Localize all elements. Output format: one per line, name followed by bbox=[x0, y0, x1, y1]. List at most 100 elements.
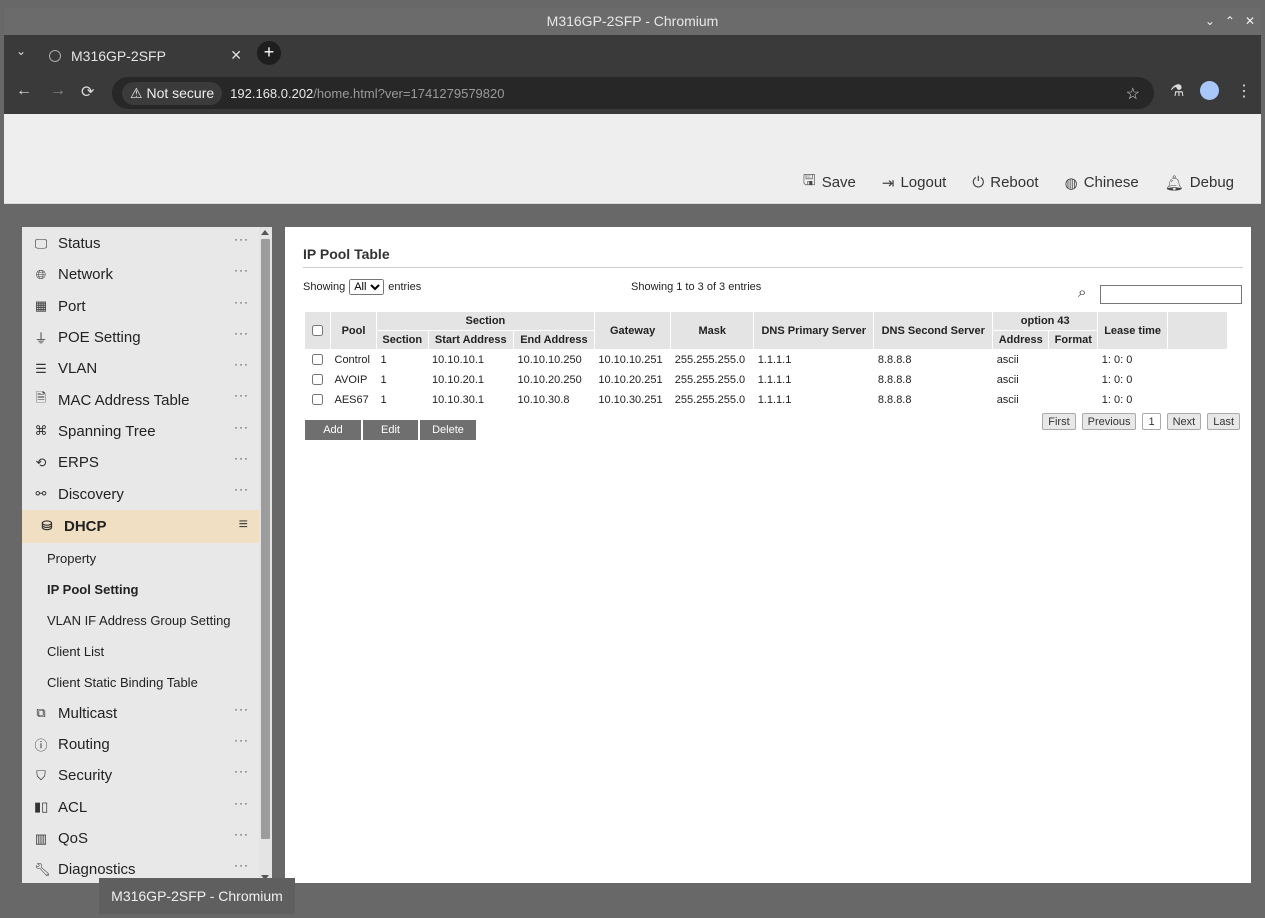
entries-info: Showing 1 to 3 of 3 entries bbox=[631, 281, 762, 293]
table-row[interactable]: AES67 1 10.10.30.1 10.10.30.8 10.10.30.2… bbox=[305, 390, 1228, 410]
sidebar-item-status[interactable]: 🖵 Status ··· bbox=[22, 228, 259, 259]
delete-button[interactable]: Delete bbox=[420, 420, 476, 440]
sidebar-item-port[interactable]: ▦ Port ··· bbox=[22, 291, 259, 322]
bookmark-star-icon[interactable]: ☆ bbox=[1126, 84, 1140, 104]
sidebar-subitem-client-static-binding[interactable]: Client Static Binding Table bbox=[22, 667, 259, 698]
col-section[interactable]: Section bbox=[375, 330, 429, 350]
tab-search-chevron-icon[interactable]: ⌄ bbox=[16, 44, 26, 58]
more-icon[interactable]: ··· bbox=[234, 702, 249, 716]
more-icon[interactable]: ··· bbox=[234, 827, 249, 841]
sidebar-scrollbar[interactable] bbox=[259, 227, 272, 883]
row-checkbox[interactable] bbox=[312, 354, 323, 366]
table-row[interactable]: Control 1 10.10.10.1 10.10.10.250 10.10.… bbox=[305, 350, 1228, 370]
more-icon[interactable]: ··· bbox=[234, 295, 249, 309]
first-page-button[interactable]: First bbox=[1042, 413, 1076, 430]
search-icon: ⌕ bbox=[1078, 284, 1087, 301]
sidebar-item-spanning-tree[interactable]: ⌘ Spanning Tree ··· bbox=[22, 416, 259, 447]
sidebar-subitem-vlan-if-address-group[interactable]: VLAN IF Address Group Setting bbox=[22, 605, 259, 636]
sidebar-subitem-ip-pool-setting[interactable]: IP Pool Setting bbox=[22, 574, 259, 605]
more-icon[interactable]: ··· bbox=[234, 263, 249, 277]
table-row[interactable]: AVOIP 1 10.10.20.1 10.10.20.250 10.10.20… bbox=[305, 370, 1228, 390]
maximize-icon[interactable]: ⌃ bbox=[1225, 8, 1235, 35]
sidebar-item-security[interactable]: ⛉ Security ··· bbox=[22, 760, 259, 791]
row-checkbox[interactable] bbox=[312, 374, 323, 386]
sidebar-item-discovery[interactable]: ⚯ Discovery ··· bbox=[22, 478, 259, 509]
security-badge[interactable]: ⚠ Not secure bbox=[122, 81, 223, 105]
more-icon[interactable]: ··· bbox=[234, 482, 249, 496]
edit-button[interactable]: Edit bbox=[363, 420, 418, 440]
sidebar-scroll-thumb[interactable] bbox=[261, 239, 270, 839]
sidebar-item-network[interactable]: 🌐︎ Network ··· bbox=[22, 259, 259, 290]
sidebar-item-acl[interactable]: ▮▯ ACL ··· bbox=[22, 792, 259, 823]
chinese-button[interactable]: ◍ Chinese bbox=[1065, 170, 1139, 195]
sidebar-item-erps[interactable]: ⟲ ERPS ··· bbox=[22, 447, 259, 478]
next-page-button[interactable]: Next bbox=[1166, 413, 1202, 430]
col-lease-time[interactable]: Lease time bbox=[1097, 311, 1168, 350]
labs-flask-icon[interactable]: ⚗ bbox=[1170, 81, 1184, 101]
sidebar-item-dhcp[interactable]: ⛁ DHCP ≡ bbox=[22, 509, 259, 543]
tree-icon: ⌘ bbox=[34, 423, 48, 439]
more-icon[interactable]: ··· bbox=[234, 451, 249, 465]
sidebar-subitem-client-list[interactable]: Client List bbox=[22, 636, 259, 667]
more-icon[interactable]: ··· bbox=[234, 326, 249, 340]
sidebar-item-mac-address-table[interactable]: 🗎 MAC Address Table ··· bbox=[22, 384, 259, 415]
collapse-menu-icon[interactable]: ≡ bbox=[239, 516, 249, 534]
save-icon: 🖫 bbox=[802, 172, 816, 189]
debug-button[interactable]: 🔔︎ Debug bbox=[1165, 170, 1234, 195]
col-option43-address[interactable]: Address bbox=[992, 330, 1050, 350]
cell-gateway: 10.10.20.251 bbox=[598, 373, 663, 386]
tab-close-icon[interactable]: ✕ bbox=[230, 47, 242, 64]
more-icon[interactable]: ··· bbox=[234, 388, 249, 402]
forward-arrow-icon[interactable]: → bbox=[50, 82, 66, 100]
col-mask[interactable]: Mask bbox=[670, 311, 755, 350]
close-window-icon[interactable]: ✕ bbox=[1245, 8, 1255, 35]
sidebar-item-vlan[interactable]: ☰ VLAN ··· bbox=[22, 353, 259, 384]
new-tab-button[interactable]: + bbox=[257, 41, 281, 65]
col-start-address[interactable]: Start Address bbox=[427, 330, 514, 350]
col-dns-second[interactable]: DNS Second Server bbox=[873, 311, 994, 350]
more-icon[interactable]: ··· bbox=[234, 357, 249, 371]
more-icon[interactable]: ··· bbox=[234, 858, 249, 872]
col-dns-primary[interactable]: DNS Primary Server bbox=[753, 311, 875, 350]
language-icon: ◍ bbox=[1064, 174, 1078, 192]
col-end-address[interactable]: End Address bbox=[512, 330, 595, 350]
cell-pool: Control bbox=[334, 353, 370, 366]
select-all-checkbox[interactable] bbox=[312, 325, 323, 337]
scroll-up-icon[interactable] bbox=[261, 230, 269, 235]
col-option43-format[interactable]: Format bbox=[1048, 330, 1099, 350]
search-input[interactable] bbox=[1100, 285, 1242, 304]
col-option43-group: option 43 bbox=[992, 311, 1099, 331]
reload-icon[interactable]: ⟳ bbox=[81, 82, 94, 102]
multicast-icon: ⧉ bbox=[36, 705, 46, 721]
sidebar-item-multicast[interactable]: ⧉ Multicast ··· bbox=[22, 698, 259, 729]
profile-avatar[interactable] bbox=[1200, 81, 1219, 100]
sidebar-item-qos[interactable]: ▥ QoS ··· bbox=[22, 823, 259, 854]
more-icon[interactable]: ··· bbox=[234, 733, 249, 747]
browser-tab[interactable]: M316GP-2SFP ✕ bbox=[39, 39, 252, 73]
address-bar[interactable]: ⚠ Not secure 192.168.0.202/home.html?ver… bbox=[112, 77, 1154, 109]
add-button[interactable]: Add bbox=[305, 420, 361, 440]
previous-page-button[interactable]: Previous bbox=[1081, 413, 1137, 430]
more-icon[interactable]: ··· bbox=[234, 796, 249, 810]
reboot-button[interactable]: ⏻ Reboot bbox=[972, 170, 1038, 195]
save-button[interactable]: 🖫 Save bbox=[803, 170, 856, 195]
sidebar-item-poe-setting[interactable]: ⏚ POE Setting ··· bbox=[22, 322, 259, 353]
page-size-select[interactable]: All bbox=[349, 279, 385, 295]
more-icon[interactable]: ··· bbox=[234, 420, 249, 434]
col-gateway[interactable]: Gateway bbox=[593, 311, 672, 350]
sidebar-item-routing[interactable]: ⓘ Routing ··· bbox=[22, 729, 259, 760]
row-checkbox[interactable] bbox=[312, 394, 323, 406]
logout-button[interactable]: ⇥ Logout bbox=[882, 170, 946, 195]
select-all-header bbox=[304, 311, 331, 350]
more-icon[interactable]: ··· bbox=[234, 764, 249, 778]
sidebar-subitem-property[interactable]: Property bbox=[22, 543, 259, 574]
col-pool[interactable]: Pool bbox=[330, 311, 377, 350]
menu-kebab-icon[interactable]: ⋮ bbox=[1236, 81, 1252, 101]
last-page-button[interactable]: Last bbox=[1207, 413, 1240, 430]
cell-dns2: 8.8.8.8 bbox=[877, 393, 912, 406]
minimize-icon[interactable]: ⌄ bbox=[1205, 8, 1215, 35]
port-icon: ▦ bbox=[34, 298, 48, 314]
page-number-button[interactable]: 1 bbox=[1142, 413, 1161, 430]
more-icon[interactable]: ··· bbox=[234, 232, 249, 246]
back-arrow-icon[interactable]: ← bbox=[16, 82, 32, 100]
